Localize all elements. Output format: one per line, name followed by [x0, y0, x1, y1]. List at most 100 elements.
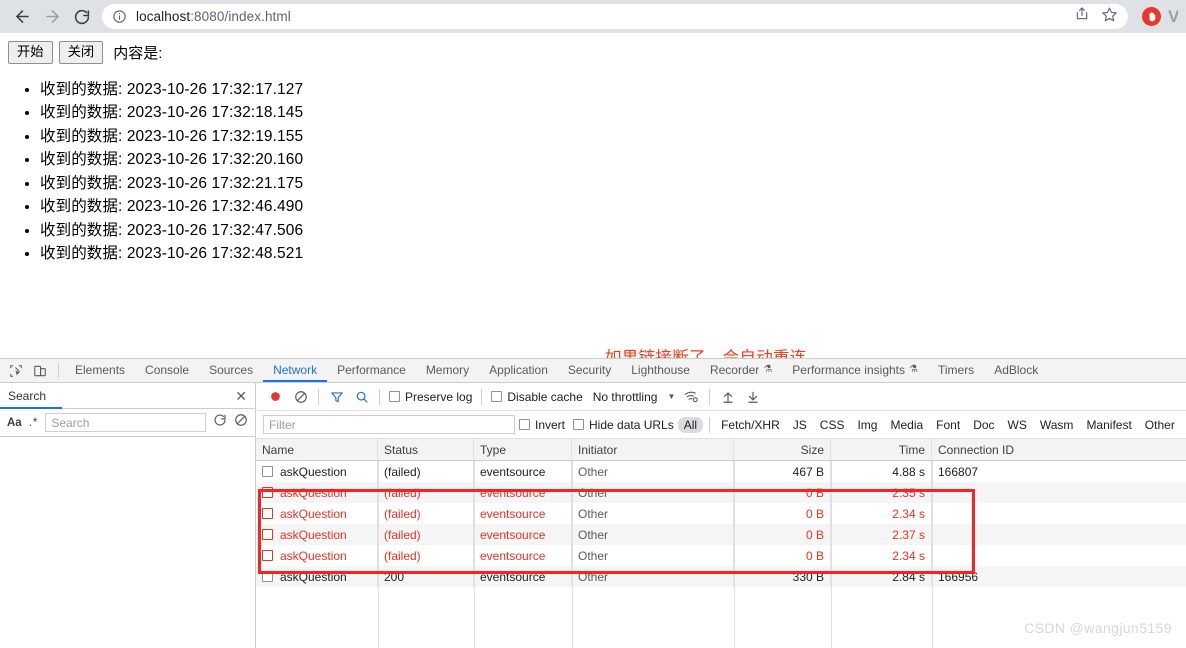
match-case-icon[interactable]: Aa [7, 417, 22, 429]
filter-type-manifest[interactable]: Manifest [1080, 417, 1137, 433]
network-conditions-icon[interactable] [679, 389, 704, 404]
stop-button[interactable]: 关闭 [58, 41, 104, 64]
filter-type-ws[interactable]: WS [1002, 417, 1033, 433]
reload-icon [74, 9, 90, 24]
request-name-cell[interactable]: askQuestion [256, 461, 378, 482]
row-checkbox[interactable] [262, 487, 273, 498]
network-filter-toolbar: Filter Invert Hide data URLs All Fetch/X… [256, 411, 1186, 439]
tab-lighthouse[interactable]: Lighthouse [621, 359, 700, 382]
request-initiator: Other [572, 482, 734, 503]
inspect-element-icon[interactable] [4, 359, 28, 382]
chevron-down-icon[interactable]: ▼ [663, 392, 679, 401]
request-name-cell[interactable]: askQuestion [256, 524, 378, 545]
filter-type-img[interactable]: Img [851, 417, 883, 433]
request-connection-id [932, 524, 1186, 545]
tab-label: AdBlock [994, 362, 1039, 377]
request-name-cell[interactable]: askQuestion [256, 503, 378, 524]
request-name: askQuestion [280, 548, 347, 563]
table-row[interactable]: askQuestion (failed) eventsource Other 0… [256, 503, 1186, 524]
row-checkbox[interactable] [262, 466, 273, 477]
table-row[interactable]: askQuestion (failed) eventsource Other 4… [256, 461, 1186, 482]
column-header-status[interactable]: Status [378, 439, 474, 460]
tab-recorder[interactable]: Recorder ⚗ [700, 359, 782, 382]
address-bar[interactable]: localhost:8080/index.html [102, 4, 1128, 29]
clear-icon[interactable] [234, 413, 248, 432]
filter-type-other[interactable]: Other [1139, 417, 1181, 433]
filter-type-fetch-xhr[interactable]: Fetch/XHR [715, 417, 786, 433]
filter-type-all[interactable]: All [677, 416, 704, 433]
tab-timers[interactable]: Timers [928, 359, 984, 382]
table-row[interactable]: askQuestion 200 eventsource Other 330 B … [256, 566, 1186, 587]
disable-cache-checkbox[interactable]: Disable cache [487, 390, 586, 404]
table-row[interactable]: askQuestion (failed) eventsource Other 0… [256, 524, 1186, 545]
column-header-type[interactable]: Type [474, 439, 572, 460]
filter-type-js[interactable]: JS [787, 417, 813, 433]
filter-input[interactable]: Filter [263, 415, 515, 434]
column-header-connection-id[interactable]: Connection ID [932, 439, 1186, 460]
share-icon[interactable] [1074, 6, 1090, 27]
invert-checkbox[interactable]: Invert [515, 418, 569, 432]
refresh-icon[interactable] [213, 413, 227, 432]
list-item: 收到的数据: 2023-10-26 17:32:47.506 [40, 219, 1186, 243]
tab-network[interactable]: Network [263, 359, 328, 382]
invert-label: Invert [535, 417, 566, 432]
request-name-cell[interactable]: askQuestion [256, 482, 378, 503]
row-checkbox[interactable] [262, 571, 273, 582]
preserve-log-checkbox[interactable]: Preserve log [385, 390, 476, 404]
tab-sources[interactable]: Sources [199, 359, 263, 382]
filter-funnel-icon[interactable] [324, 390, 349, 404]
divider [481, 388, 483, 405]
column-header-name[interactable]: Name [256, 439, 378, 460]
filter-type-css[interactable]: CSS [814, 417, 851, 433]
tab-performance[interactable]: Performance [327, 359, 416, 382]
column-header-time[interactable]: Time [831, 439, 932, 460]
close-icon[interactable]: ✕ [235, 389, 247, 403]
list-item: 收到的数据: 2023-10-26 17:32:19.155 [40, 125, 1186, 149]
hide-data-urls-checkbox[interactable]: Hide data URLs [569, 418, 678, 432]
list-item: 收到的数据: 2023-10-26 17:32:20.160 [40, 148, 1186, 172]
request-name-cell[interactable]: askQuestion [256, 545, 378, 566]
request-name-cell[interactable]: askQuestion [256, 566, 378, 587]
back-button[interactable] [8, 3, 36, 31]
throttling-select[interactable]: No throttling [587, 390, 664, 404]
filter-type-font[interactable]: Font [930, 417, 966, 433]
regex-icon[interactable]: .* [29, 417, 39, 429]
tab-memory[interactable]: Memory [416, 359, 479, 382]
tab-console[interactable]: Console [135, 359, 199, 382]
info-circle-icon[interactable] [112, 9, 127, 24]
search-icon[interactable] [349, 390, 374, 404]
device-toolbar-icon[interactable] [28, 359, 52, 382]
row-checkbox[interactable] [262, 550, 273, 561]
tab-security[interactable]: Security [558, 359, 621, 382]
filter-type-doc[interactable]: Doc [967, 417, 1000, 433]
request-size: 0 B [734, 482, 831, 503]
column-header-initiator[interactable]: Initiator [572, 439, 734, 460]
star-icon[interactable] [1101, 6, 1118, 28]
start-button[interactable]: 开始 [8, 41, 53, 64]
record-button-icon[interactable] [263, 390, 288, 403]
tab-adblock[interactable]: AdBlock [984, 359, 1048, 382]
tab-elements[interactable]: Elements [65, 359, 135, 382]
adblock-stop-hand-icon[interactable] [1142, 7, 1161, 26]
divider [318, 388, 319, 405]
row-checkbox[interactable] [262, 529, 273, 540]
tab-application[interactable]: Application [479, 359, 558, 382]
tab-performance-insights[interactable]: Performance insights ⚗ [782, 359, 928, 382]
import-har-icon[interactable] [715, 390, 740, 404]
export-har-icon[interactable] [740, 390, 765, 404]
row-checkbox[interactable] [262, 508, 273, 519]
request-status: (failed) [378, 545, 474, 566]
column-header-size[interactable]: Size [734, 439, 831, 460]
table-row[interactable]: askQuestion (failed) eventsource Other 0… [256, 545, 1186, 566]
filter-type-media[interactable]: Media [884, 417, 929, 433]
table-row[interactable]: askQuestion (failed) eventsource Other 0… [256, 482, 1186, 503]
clear-icon[interactable] [288, 390, 313, 404]
flask-icon: ⚗ [763, 364, 773, 375]
search-drawer: Search ✕ Aa .* Search [0, 383, 256, 648]
annotation-text: 如果链接断了，会自动重连。 [605, 349, 824, 358]
forward-button[interactable] [38, 3, 66, 31]
reload-button[interactable] [68, 3, 96, 31]
search-input[interactable]: Search [45, 413, 206, 432]
profile-chevron-icon[interactable]: V [1168, 7, 1178, 27]
filter-type-wasm[interactable]: Wasm [1034, 417, 1080, 433]
